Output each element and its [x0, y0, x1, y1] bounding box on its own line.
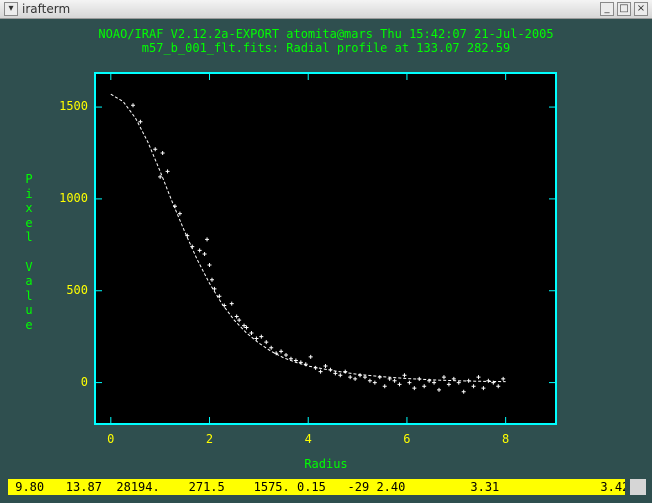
data-point [328, 367, 333, 372]
y-axis-label-char [22, 245, 36, 260]
data-point [308, 354, 313, 359]
data-point [496, 384, 501, 389]
data-point [177, 211, 182, 216]
data-point [367, 378, 372, 383]
x-tick-label: 4 [304, 432, 312, 446]
x-axis-label: Radius [304, 457, 348, 471]
data-point [372, 380, 377, 385]
y-axis-label-char: x [25, 201, 33, 216]
radial-profile-plot [96, 74, 555, 423]
data-point [392, 378, 397, 383]
x-tick-label: 6 [403, 432, 411, 446]
profile-fit-line [110, 93, 506, 383]
data-point [476, 375, 481, 380]
data-point [153, 147, 158, 152]
x-tick-label: 0 [107, 432, 115, 446]
y-axis-label: Pixel Value [22, 172, 36, 333]
data-point [209, 277, 214, 282]
data-point [229, 301, 234, 306]
data-point [234, 314, 239, 319]
data-point [471, 384, 476, 389]
y-axis-label-char: e [25, 317, 33, 332]
data-point [212, 286, 217, 291]
y-axis-label-char: a [25, 274, 33, 289]
data-point [131, 103, 136, 108]
data-point [486, 378, 491, 383]
data-point [254, 336, 259, 341]
data-point [288, 356, 293, 361]
data-point [207, 263, 212, 268]
data-point [432, 380, 437, 385]
x-tick-label: 8 [502, 432, 510, 446]
data-point [202, 252, 207, 257]
y-axis-label-char: V [25, 259, 33, 274]
y-axis-label-char: i [25, 186, 33, 201]
y-tick-label: 1000 [59, 190, 88, 205]
data-point [441, 375, 446, 380]
data-point [293, 358, 298, 363]
data-point [397, 382, 402, 387]
data-point [358, 373, 363, 378]
data-point [172, 204, 177, 209]
data-point [407, 380, 412, 385]
y-tick-label: 0 [80, 374, 88, 389]
data-point [466, 378, 471, 383]
data-point [264, 340, 269, 345]
data-point [269, 345, 274, 350]
data-point [249, 330, 254, 335]
data-point [259, 334, 264, 339]
data-point [165, 169, 170, 174]
data-point [160, 150, 165, 155]
data-point [348, 375, 353, 380]
data-point [353, 376, 358, 381]
data-point [417, 376, 422, 381]
data-point [158, 174, 163, 179]
data-point [279, 349, 284, 354]
y-tick-label: 500 [66, 282, 88, 297]
y-tick-label: 1500 [59, 99, 88, 114]
y-axis-label-char: l [25, 230, 33, 245]
scroll-corner [630, 479, 646, 495]
data-point [501, 376, 506, 381]
data-point [222, 303, 227, 308]
data-point [377, 375, 382, 380]
data-point [313, 365, 318, 370]
data-point [284, 353, 289, 358]
data-point [237, 318, 242, 323]
data-point [205, 237, 210, 242]
y-axis-label-char: e [25, 215, 33, 230]
y-axis-label-char: u [25, 303, 33, 318]
data-point [422, 384, 427, 389]
data-point [437, 387, 442, 392]
data-point [338, 373, 343, 378]
data-point [481, 386, 486, 391]
data-point [318, 369, 323, 374]
data-point [382, 384, 387, 389]
data-point [446, 382, 451, 387]
status-bar: 9.80 13.87 28194. 271.5 1575. 0.15 -29 2… [8, 479, 625, 495]
data-point [323, 364, 328, 369]
data-point [197, 248, 202, 253]
data-point [362, 375, 367, 380]
data-point [333, 371, 338, 376]
y-axis-label-char: l [25, 288, 33, 303]
y-axis-label-char: P [25, 172, 33, 186]
x-tick-label: 2 [205, 432, 214, 446]
data-point [343, 369, 348, 374]
data-point [190, 244, 195, 249]
data-point [138, 119, 143, 124]
data-point [402, 373, 407, 378]
data-point [412, 386, 417, 391]
data-point [461, 389, 466, 394]
